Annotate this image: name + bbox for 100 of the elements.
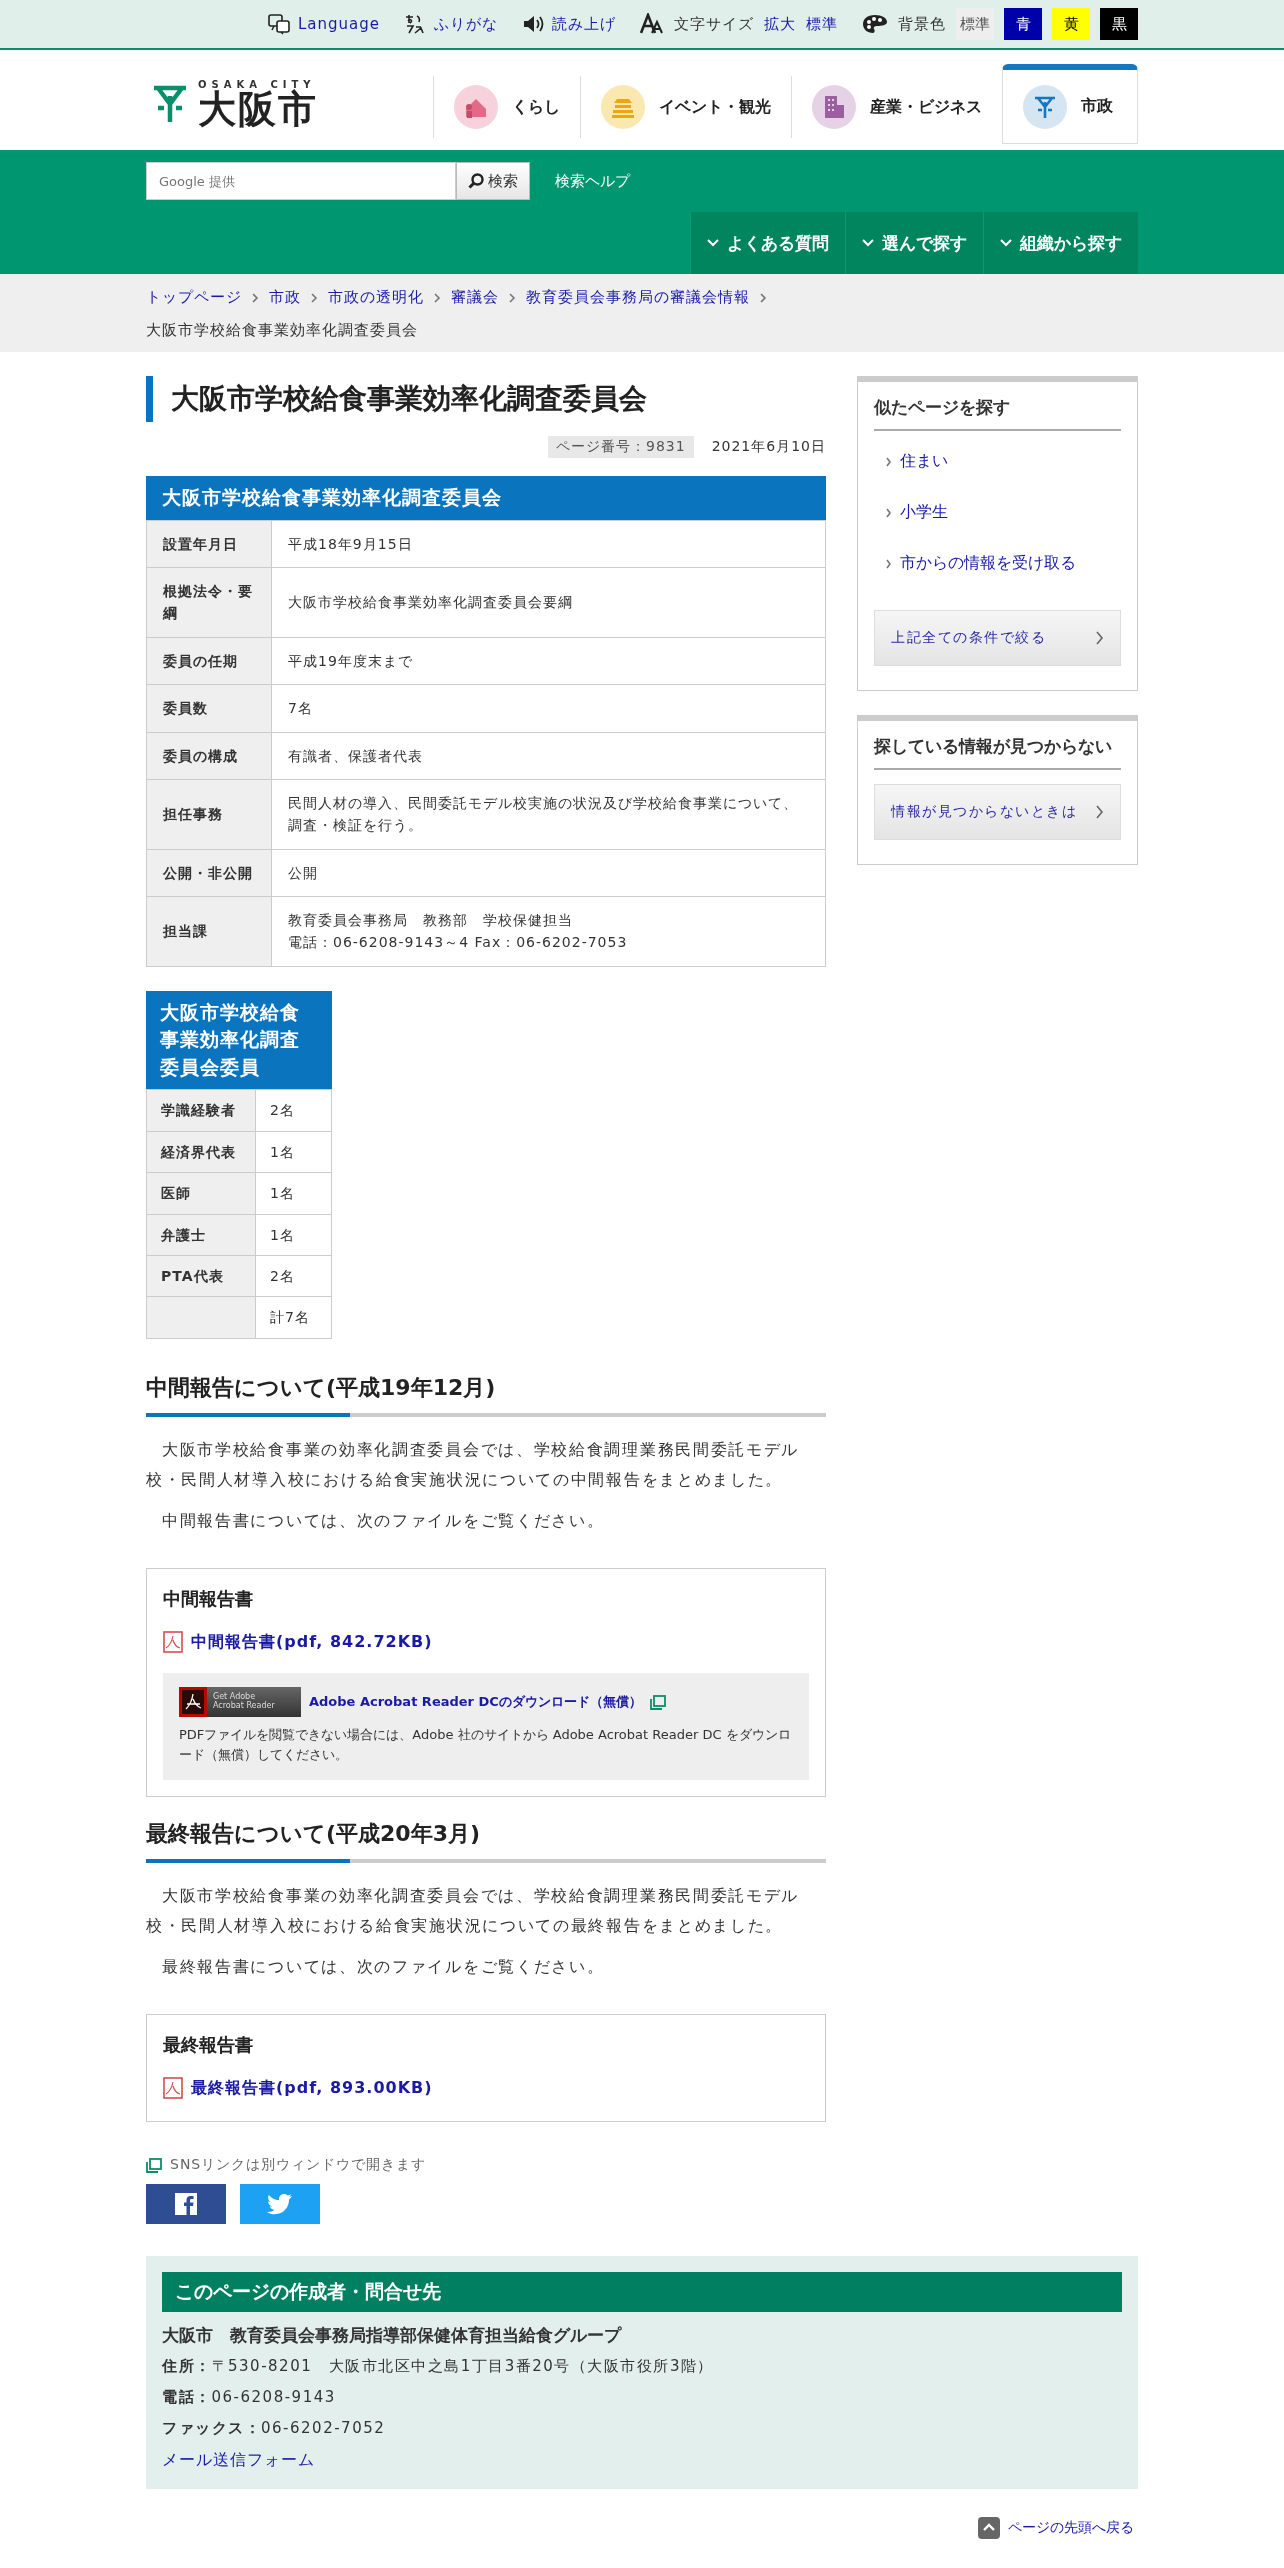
chevron-icon — [886, 558, 892, 569]
utility-link[interactable]: ふりがな — [404, 13, 498, 35]
nav-tab[interactable]: くらし — [433, 76, 580, 138]
adobe-note: PDFファイルを閲覧できない場合には、Adobe 社のサイトから Adobe Acrobat Reader DC をダウンロード（無償）してください。 — [179, 1726, 792, 1764]
table-header-cell: 委員数 — [146, 684, 272, 732]
table-header-cell: 担当課 — [146, 896, 272, 967]
twitter-button[interactable] — [240, 2184, 320, 2225]
up-chevron-icon — [978, 2517, 1000, 2540]
bird-icon — [267, 2193, 293, 2216]
logo[interactable]: OSAKA CITY 大阪市 — [152, 79, 318, 128]
table-cell: 公開 — [271, 849, 826, 897]
file-link[interactable]: 最終報告書(pdf, 893.00KB) — [191, 2077, 433, 2099]
table-cell: 平成18年9月15日 — [271, 520, 826, 568]
contact-label: 住所： — [162, 2357, 212, 2376]
section-heading: 中間報告について(平成19年12月) — [146, 1373, 497, 1402]
language-icon — [267, 13, 290, 35]
sidebar-link[interactable]: 市からの情報を受け取る — [900, 553, 1076, 574]
breadcrumb-link[interactable]: 市政の透明化 — [328, 288, 424, 307]
table-header-cell: 担任事務 — [146, 779, 272, 850]
sidebar-button[interactable]: 情報が見つからないときは — [874, 784, 1121, 840]
chevron-icon — [1096, 631, 1104, 645]
furigana-icon — [404, 13, 426, 35]
search-help-link[interactable]: 検索ヘルプ — [555, 171, 630, 191]
background-color-label: 背景色 — [898, 14, 946, 34]
table-header-cell: 委員の任期 — [146, 637, 272, 685]
cell-text-line: 教育委員会事務局 教務部 学校保健担当 — [288, 911, 574, 931]
adobe-download-link[interactable]: Adobe Acrobat Reader DCのダウンロード（無償） — [309, 1693, 642, 1711]
menu-button[interactable]: 組織から探す — [983, 212, 1138, 274]
contact-value: 06-6208-9143 — [211, 2388, 336, 2407]
font-size-option[interactable]: 標準 — [806, 14, 838, 34]
chevron-down-icon — [1000, 239, 1012, 247]
mail-form-link[interactable]: メール送信フォーム — [162, 2450, 315, 2470]
sidebar-title: 探している情報が見つからない — [874, 735, 1121, 770]
menu-button[interactable]: 選んで探す — [845, 212, 983, 274]
search-button[interactable]: 検索 — [456, 162, 530, 200]
nav-tab[interactable]: イベント・観光 — [580, 76, 791, 138]
table-cell: 1名 — [255, 1131, 332, 1173]
table-cell: 1名 — [255, 1214, 332, 1256]
color-option-button[interactable]: 青 — [1004, 8, 1042, 40]
chevron-icon — [760, 292, 767, 303]
sidebar-title: 似たページを探す — [874, 396, 1121, 431]
contact-heading: このページの作成者・問合せ先 — [162, 2272, 1122, 2313]
chevron-down-icon — [862, 239, 874, 247]
table-header-cell: 学識経験者 — [146, 1090, 256, 1132]
table-header-cell: PTA代表 — [146, 1255, 256, 1297]
breadcrumb-link[interactable]: 審議会 — [451, 288, 499, 307]
contact-label: ファックス： — [162, 2419, 261, 2438]
facebook-icon — [175, 2193, 197, 2216]
breadcrumb-link[interactable]: 市政 — [269, 288, 301, 307]
table-header-cell: 経済界代表 — [146, 1131, 256, 1173]
acrobat-icon — [179, 1687, 207, 1717]
chevron-icon — [886, 507, 892, 518]
chevron-down-icon — [707, 239, 719, 247]
sidebar-button[interactable]: 上記全ての条件で絞る — [874, 610, 1121, 666]
table-header-cell: 公開・非公開 — [146, 849, 272, 897]
house-icon — [454, 85, 498, 129]
font-size-icon — [640, 13, 664, 35]
menu-button[interactable]: よくある質問 — [690, 212, 845, 274]
table-cell: 1名 — [255, 1172, 332, 1215]
chevron-icon — [252, 292, 259, 303]
table-header-cell: 弁護士 — [146, 1214, 256, 1256]
table-cell: 計7名 — [255, 1296, 332, 1339]
palette-icon — [862, 14, 888, 34]
castle-icon — [601, 85, 645, 129]
breadcrumb-current: 大阪市学校給食事業効率化調査委員会 — [146, 321, 419, 340]
contact-value: 06-6202-7052 — [261, 2419, 386, 2438]
paragraph: 大阪市学校給食事業の効率化調査委員会では、学校給食調理業務民間委託モデル校・民間人材導入校における給食実施状況についての最終報告をまとめました。 — [146, 1885, 801, 1938]
facebook-button[interactable] — [146, 2184, 226, 2225]
paragraph: 最終報告書については、次のファイルをご覧ください。 — [161, 1955, 606, 1978]
search-field[interactable]: Google 提供 — [146, 162, 456, 200]
font-size-option[interactable]: 拡大 — [764, 14, 796, 34]
table-cell: 2名 — [255, 1255, 332, 1297]
chevron-icon — [311, 292, 318, 303]
color-option-button[interactable]: 黄 — [1052, 8, 1090, 40]
update-date: 2021年6月10日 — [711, 438, 826, 456]
nav-tab[interactable]: 市政 — [1002, 64, 1138, 144]
breadcrumb-link[interactable]: トップページ — [146, 288, 242, 307]
nav-tab[interactable]: 産業・ビジネス — [791, 76, 1002, 138]
adobe-reader-badge[interactable]: Get Adobe Acrobat Reader — [179, 1687, 301, 1717]
badge-line: Get Adobe — [213, 1693, 256, 1702]
color-option-button[interactable]: 黒 — [1100, 8, 1138, 40]
table-caption: 大阪市学校給食事業効率化調査委員会 — [146, 476, 826, 520]
box-title: 最終報告書 — [163, 2033, 254, 2058]
utility-link[interactable]: 読み上げ — [522, 13, 616, 35]
new-window-icon — [146, 2157, 162, 2173]
color-option-button[interactable]: 標準 — [956, 8, 994, 40]
pdf-icon — [163, 1631, 183, 1653]
table-cell: 平成19年度末まで — [271, 637, 826, 685]
badge-line: Acrobat Reader — [213, 1702, 275, 1711]
sidebar-link[interactable]: 小学生 — [900, 502, 948, 523]
contact-value: 〒530-8201 大阪市北区中之島1丁目3番20号（大阪市役所3階） — [211, 2357, 714, 2376]
logo-name: 大阪市 — [198, 90, 318, 128]
page-top-link[interactable]: ページの先頭へ戻る — [978, 2517, 1134, 2540]
utility-link[interactable]: Language — [267, 13, 380, 35]
sidebar-link[interactable]: 住まい — [900, 451, 948, 472]
chevron-icon — [1096, 805, 1104, 819]
file-link[interactable]: 中間報告書(pdf, 842.72KB) — [191, 1631, 433, 1653]
breadcrumb-link[interactable]: 教育委員会事務局の審議会情報 — [526, 288, 750, 307]
logo-subtitle: OSAKA CITY — [198, 79, 317, 90]
chevron-icon — [434, 292, 441, 303]
